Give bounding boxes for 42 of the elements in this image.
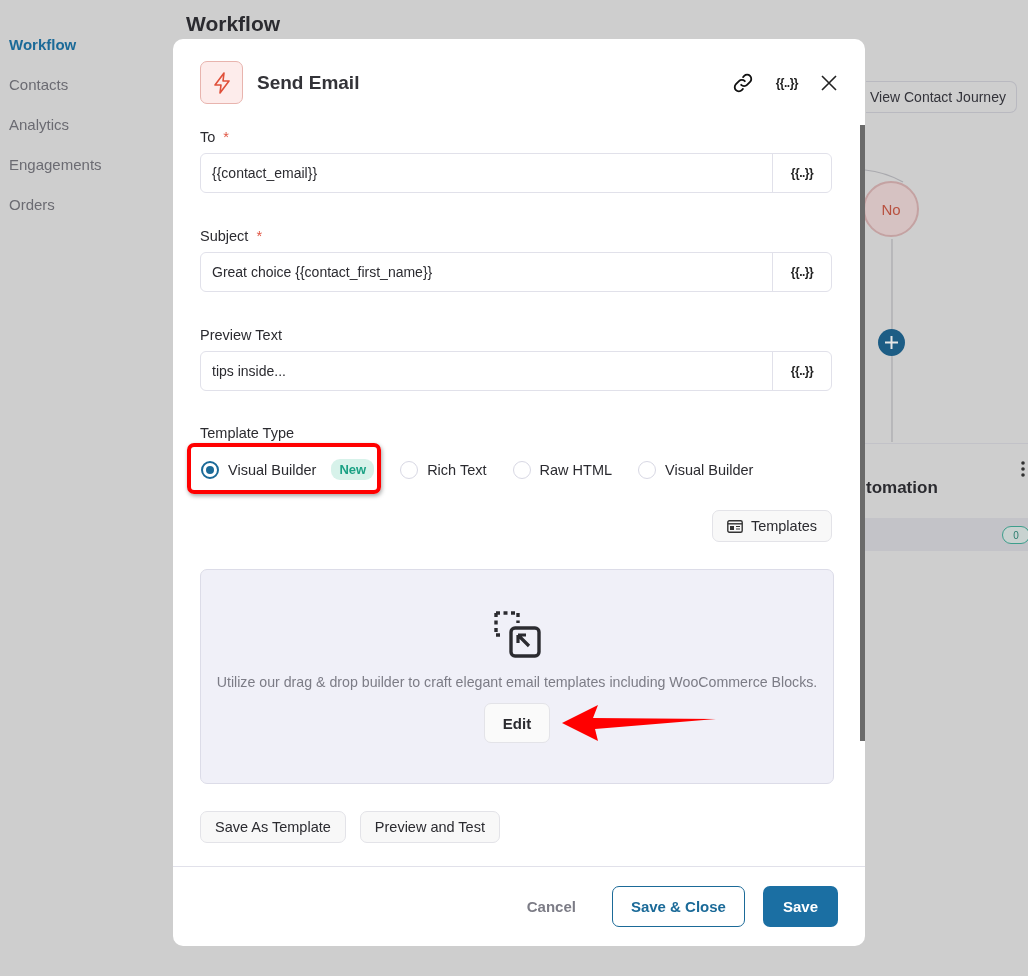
add-step-icon[interactable] bbox=[878, 329, 905, 356]
close-icon[interactable] bbox=[820, 73, 838, 92]
merge-tag-button[interactable]: {{..}} bbox=[772, 253, 831, 291]
radio-label[interactable]: Raw HTML bbox=[539, 461, 613, 478]
templates-button[interactable]: Templates bbox=[711, 510, 832, 542]
field-label: Subject bbox=[200, 227, 249, 245]
merge-tag-button[interactable]: {{..}} bbox=[772, 154, 831, 192]
input-field[interactable]: Great choice {{contact_first_name}} {{..}} bbox=[200, 252, 832, 292]
required-mark: * bbox=[256, 227, 263, 245]
drag-drop-icon bbox=[493, 611, 541, 658]
scrollbar-thumb[interactable] bbox=[860, 125, 865, 741]
radio-label[interactable]: Rich Text bbox=[427, 461, 487, 478]
radio-button[interactable] bbox=[201, 460, 219, 479]
save-close-button[interactable]: Save & Close bbox=[611, 886, 745, 927]
dialog-title: Send Email bbox=[257, 71, 361, 94]
field-label: Template Type bbox=[200, 424, 296, 442]
field-label: To bbox=[200, 128, 216, 146]
action-button[interactable]: Save As Template bbox=[200, 811, 346, 843]
field-label: Preview Text bbox=[200, 326, 282, 344]
input-field[interactable]: {{contact_email}} {{..}} bbox=[200, 153, 832, 193]
required-mark: * bbox=[223, 128, 229, 146]
merge-tag-button[interactable]: {{..}} bbox=[772, 352, 831, 390]
view-journey-button[interactable]: View Contact Journey bbox=[866, 81, 1017, 113]
action-button[interactable]: Preview and Test bbox=[359, 811, 500, 843]
page-title: Workflow bbox=[186, 12, 281, 36]
input-field[interactable]: tips inside... {{..}} bbox=[200, 351, 832, 391]
new-badge: New bbox=[331, 459, 375, 480]
merge-tag-button[interactable]: {{..}} bbox=[775, 75, 798, 90]
link-icon[interactable] bbox=[731, 71, 754, 94]
sidebar-item[interactable]: Workflow bbox=[9, 34, 102, 55]
cancel-button[interactable]: Cancel bbox=[520, 897, 582, 916]
radio-label[interactable]: Visual Builder bbox=[665, 461, 754, 478]
builder-description: Utilize our drag & drop builder to craft elegant email templates including WooCommerce Blocks. bbox=[216, 674, 818, 690]
save-button[interactable]: Save bbox=[762, 886, 838, 927]
lightning-icon bbox=[200, 61, 243, 104]
template-icon bbox=[726, 519, 743, 533]
connector-line bbox=[865, 169, 904, 183]
card-title: tomation bbox=[866, 478, 938, 498]
radio-label[interactable]: Visual Builder bbox=[228, 461, 317, 478]
count-badge: 0 bbox=[1002, 526, 1028, 544]
edit-button[interactable]: Edit bbox=[483, 703, 551, 743]
more-icon[interactable] bbox=[1021, 461, 1025, 477]
